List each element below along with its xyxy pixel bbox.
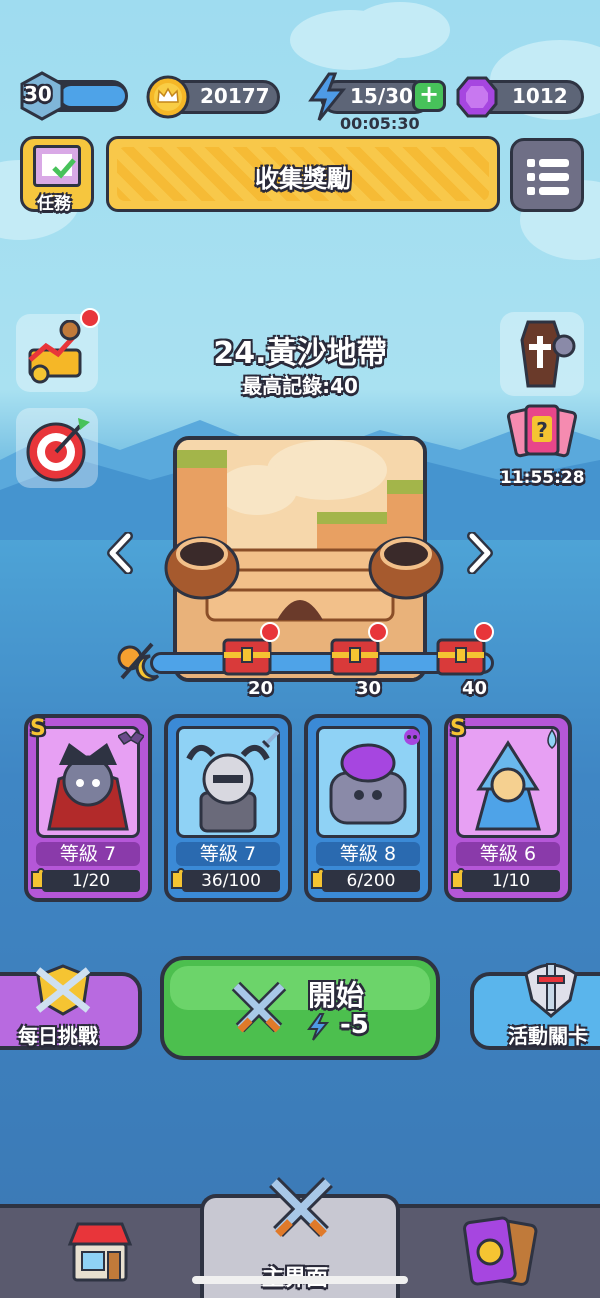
prev-stage-arrow-icon[interactable] bbox=[104, 532, 136, 574]
nav-shop[interactable] bbox=[0, 1208, 200, 1298]
notification-dot bbox=[260, 622, 280, 642]
skull-icon bbox=[404, 729, 420, 745]
target-icon bbox=[26, 418, 90, 482]
start-label: 開始 bbox=[308, 979, 365, 1012]
list-icon bbox=[527, 159, 569, 195]
home-indicator bbox=[192, 1276, 408, 1284]
plus-icon: + bbox=[419, 80, 440, 108]
start-cost: -5 bbox=[340, 1010, 369, 1040]
crossed-swords-icon bbox=[231, 981, 287, 1033]
card-deck-icon bbox=[463, 1216, 538, 1286]
hero-level: 等級 7 bbox=[176, 842, 280, 866]
crown-coin-icon bbox=[146, 75, 190, 119]
milestone-chest-3[interactable]: 40 bbox=[432, 622, 494, 699]
shop-icon bbox=[67, 1222, 133, 1282]
sword-shield-icon bbox=[524, 963, 578, 1018]
daily-challenge-label: 每日挑戰 bbox=[18, 1024, 98, 1048]
start-button[interactable]: 開始 -5 bbox=[160, 956, 440, 1060]
milestone-chest-2[interactable]: 30 bbox=[326, 622, 388, 699]
quest-label: 任務 bbox=[37, 194, 71, 214]
mystery-card-icon: ? bbox=[506, 404, 578, 458]
hero-card-horned-knight[interactable]: 等級 7 36/100 bbox=[164, 714, 292, 902]
hero-level: 等級 6 bbox=[456, 842, 560, 866]
add-energy-button[interactable]: + bbox=[412, 80, 446, 112]
svg-text:?: ? bbox=[536, 418, 548, 442]
best-record: 最高記錄:40 bbox=[242, 374, 358, 398]
bat-icon bbox=[118, 731, 144, 745]
hero-shard-progress: 1/20 bbox=[42, 870, 140, 892]
hero-shard-progress: 1/10 bbox=[462, 870, 560, 892]
sword-icon bbox=[261, 730, 280, 749]
mystery-card-button[interactable]: ? bbox=[500, 402, 584, 466]
milestone-label: 30 bbox=[356, 678, 382, 699]
event-timer: 11:55:28 bbox=[500, 468, 585, 488]
player-level: 30 bbox=[24, 82, 52, 106]
collect-reward-label: 收集獎勵 bbox=[255, 165, 351, 193]
checkmark-icon bbox=[52, 158, 76, 179]
clouds-background bbox=[0, 2, 600, 260]
gem-icon bbox=[456, 76, 498, 118]
energy-timer: 00:05:30 bbox=[340, 114, 420, 133]
barrel-right bbox=[368, 536, 444, 600]
notification-dot bbox=[368, 622, 388, 642]
gem-amount: 1012 bbox=[512, 84, 568, 108]
nav-cards[interactable] bbox=[400, 1208, 600, 1298]
milestone-chest-1[interactable]: 20 bbox=[218, 622, 280, 699]
hero-shard-progress: 6/200 bbox=[322, 870, 420, 892]
energy-amount: 15/30 bbox=[350, 84, 413, 108]
hero-shard-progress: 36/100 bbox=[182, 870, 280, 892]
rarity-badge: S bbox=[30, 716, 46, 741]
rarity-badge: S bbox=[450, 716, 466, 741]
quest-button[interactable]: 任務 bbox=[20, 136, 94, 214]
event-stage-label: 活動關卡 bbox=[508, 1024, 588, 1048]
target-button[interactable] bbox=[16, 408, 98, 488]
milestone-label: 40 bbox=[462, 678, 488, 699]
notification-dot bbox=[474, 622, 494, 642]
hero-card-vampire[interactable]: S 等級 7 1/20 bbox=[24, 714, 152, 902]
daily-challenge-button[interactable]: 每日挑戰 bbox=[0, 964, 142, 1050]
crossed-swords-icon bbox=[269, 1177, 333, 1237]
next-stage-arrow-icon[interactable] bbox=[464, 532, 496, 574]
hero-level: 等級 8 bbox=[316, 842, 420, 866]
menu-button[interactable] bbox=[510, 138, 584, 212]
event-stage-button[interactable]: 活動關卡 bbox=[470, 963, 600, 1050]
sun-moon-icon bbox=[117, 642, 160, 682]
collect-reward-button[interactable]: 收集獎勵 bbox=[106, 136, 500, 212]
hero-card-purple-golem[interactable]: 等級 8 6/200 bbox=[304, 714, 432, 902]
lightning-icon bbox=[307, 1013, 330, 1041]
gold-amount: 20177 bbox=[200, 84, 270, 108]
notification-dot bbox=[80, 308, 100, 328]
barrel-left bbox=[164, 536, 240, 600]
hero-level: 等級 7 bbox=[36, 842, 140, 866]
water-mage-icon bbox=[475, 740, 541, 831]
milestone-label: 20 bbox=[248, 678, 274, 699]
crossed-swords-shield-icon bbox=[35, 964, 91, 1016]
water-drop-icon bbox=[547, 728, 557, 749]
stage-title: 24.黃沙地帶 bbox=[213, 336, 387, 371]
hero-card-water-mage[interactable]: S 等級 6 1/10 bbox=[444, 714, 572, 902]
